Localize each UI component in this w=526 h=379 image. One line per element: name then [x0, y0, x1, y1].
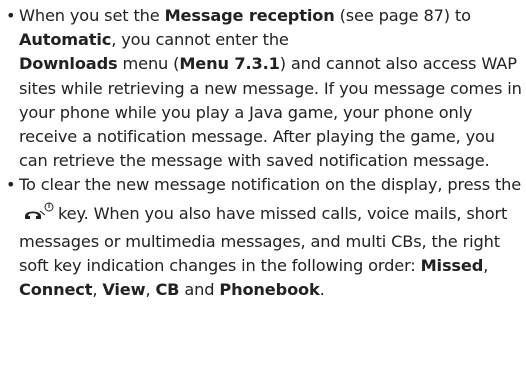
- key-line: [19, 198, 58, 230]
- text-run: When you set the: [19, 6, 165, 25]
- text-run: ,: [145, 280, 156, 300]
- term-automatic: Automatic: [19, 30, 112, 50]
- text-run: .: [319, 280, 325, 300]
- bullet-marker: •: [6, 175, 16, 195]
- text-run: menu (: [117, 54, 180, 74]
- bullet-item-message-reception: • When you set the Message reception (se…: [6, 4, 522, 173]
- end-call-key-icon: [21, 201, 55, 223]
- term-downloads: Downloads: [19, 54, 118, 74]
- softkey-missed: Missed: [420, 255, 484, 275]
- text-run: (see page 87) to: [334, 6, 471, 25]
- text-run: ,: [92, 280, 103, 300]
- bullet-item-clear-notification: • To clear the new message notification …: [6, 173, 522, 302]
- softkey-connect: Connect: [19, 280, 93, 300]
- document-page: • When you set the Message reception (se…: [6, 4, 522, 302]
- softkey-cb: CB: [155, 280, 180, 300]
- text-run: and: [179, 280, 220, 300]
- text-run: ,: [483, 255, 489, 275]
- term-menu-number: Menu 7.3.1: [179, 54, 280, 74]
- softkey-phonebook: Phonebook: [219, 280, 320, 300]
- bullet-marker: •: [6, 6, 16, 25]
- text-run: , you cannot enter the: [111, 30, 289, 50]
- softkey-view: View: [102, 280, 146, 300]
- term-message-reception: Message reception: [164, 6, 335, 25]
- text-run: To clear the new message notification on…: [19, 175, 522, 195]
